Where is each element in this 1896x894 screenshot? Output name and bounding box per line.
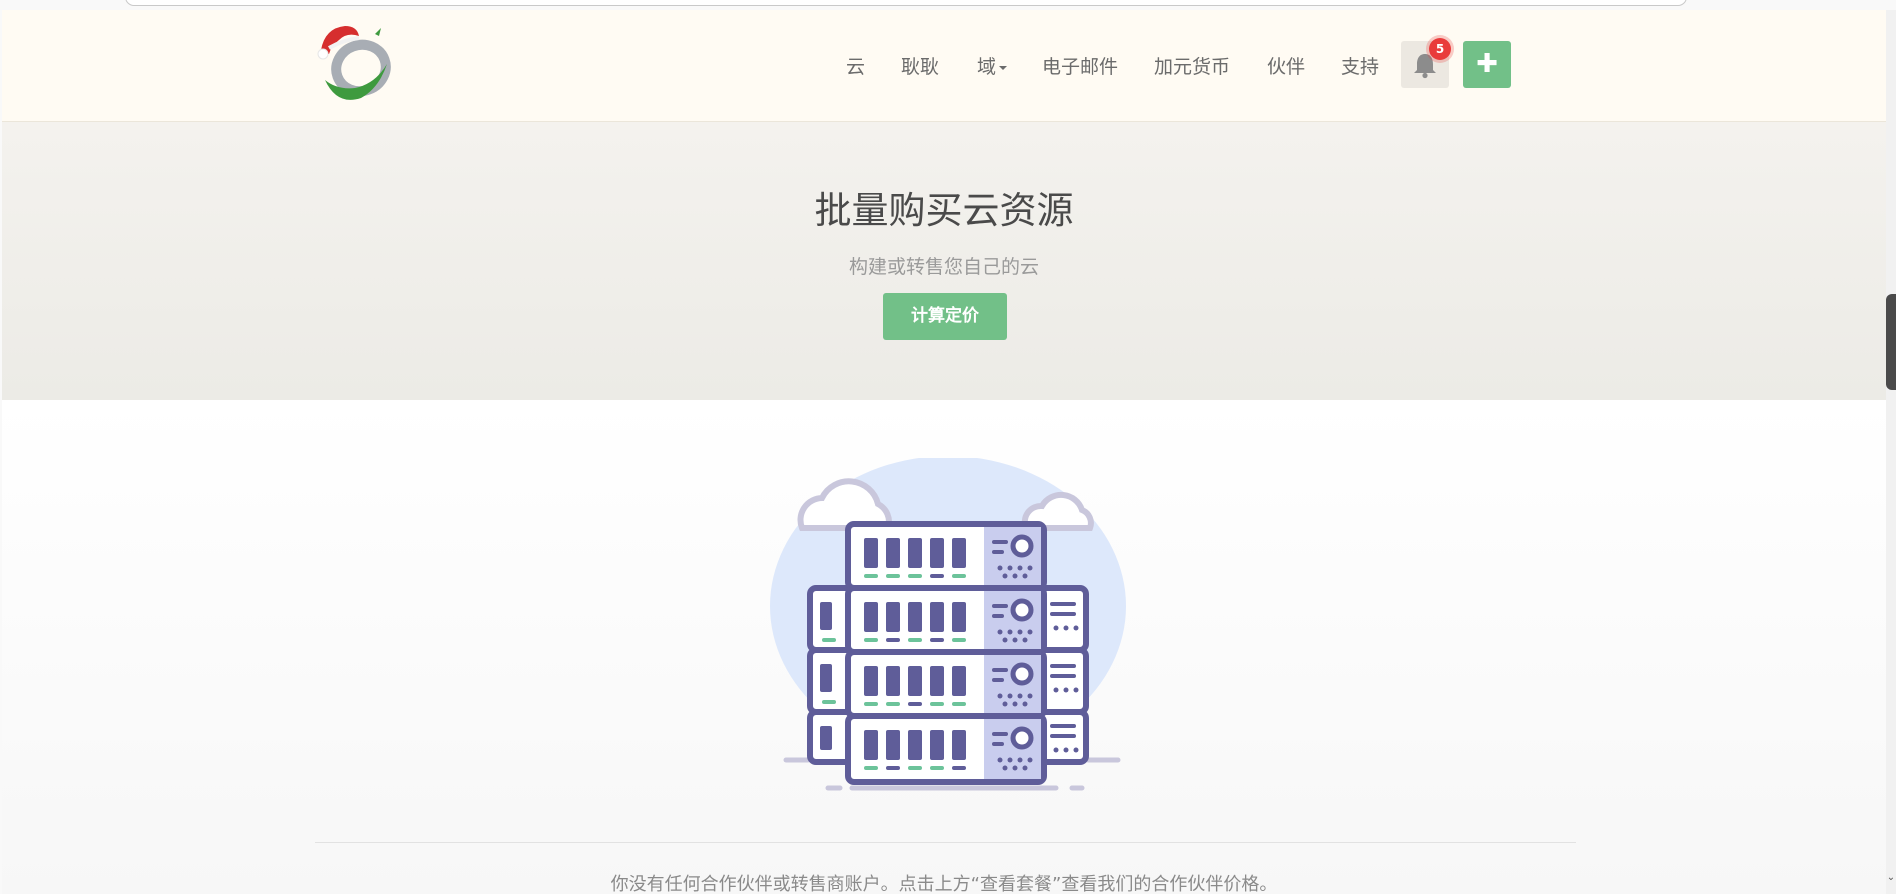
chevron-down-icon: [999, 65, 1008, 70]
nav-gengeng[interactable]: 耿耿: [901, 52, 939, 79]
nav-domain[interactable]: 域: [977, 52, 1008, 79]
page-title: 批量购买云资源: [814, 189, 1074, 232]
server-rack-illustration: [770, 458, 1126, 791]
address-bar[interactable]: [125, 0, 1687, 6]
nav-support[interactable]: 支持: [1341, 52, 1379, 79]
plus-icon: ✚: [1476, 49, 1498, 79]
section-divider: [315, 842, 1576, 843]
nav-currency[interactable]: 加元货币: [1154, 52, 1230, 79]
no-partner-notice: 你没有任何合作伙伴或转售商账户。点击上方“查看套餐”查看我们的合作伙伴价格。: [610, 874, 1278, 894]
top-navbar: 云 耿耿 域 电子邮件 加元货币 伙伴 支持 5 ✚: [2, 10, 1886, 122]
page-subtitle: 构建或转售您自己的云: [848, 256, 1039, 278]
nav-partner[interactable]: 伙伴: [1267, 52, 1305, 79]
page: 云 耿耿 域 电子邮件 加元货币 伙伴 支持 5 ✚ 批量购买云资源 构建或转售…: [2, 10, 1886, 894]
browser-chrome: [0, 0, 1896, 10]
window-edge: [1886, 0, 1896, 894]
nav-cloud[interactable]: 云: [846, 52, 865, 79]
add-button[interactable]: ✚: [1463, 41, 1511, 88]
notification-count-badge: 5: [1429, 38, 1451, 60]
scrollbar-thumb[interactable]: [1886, 294, 1896, 390]
calculate-pricing-button[interactable]: 计算定价: [883, 293, 1007, 340]
hero-section: 批量购买云资源 构建或转售您自己的云 计算定价: [2, 122, 1886, 400]
scroll-down-arrow[interactable]: ⌄: [1886, 872, 1896, 886]
main-content: 你没有任何合作伙伴或转售商账户。点击上方“查看套餐”查看我们的合作伙伴价格。: [2, 400, 1886, 894]
nav-menu: 云 耿耿 域 电子邮件 加元货币 伙伴 支持: [2, 40, 1886, 90]
nav-email[interactable]: 电子邮件: [1042, 52, 1118, 79]
nav-domain-label: 域: [977, 56, 997, 78]
